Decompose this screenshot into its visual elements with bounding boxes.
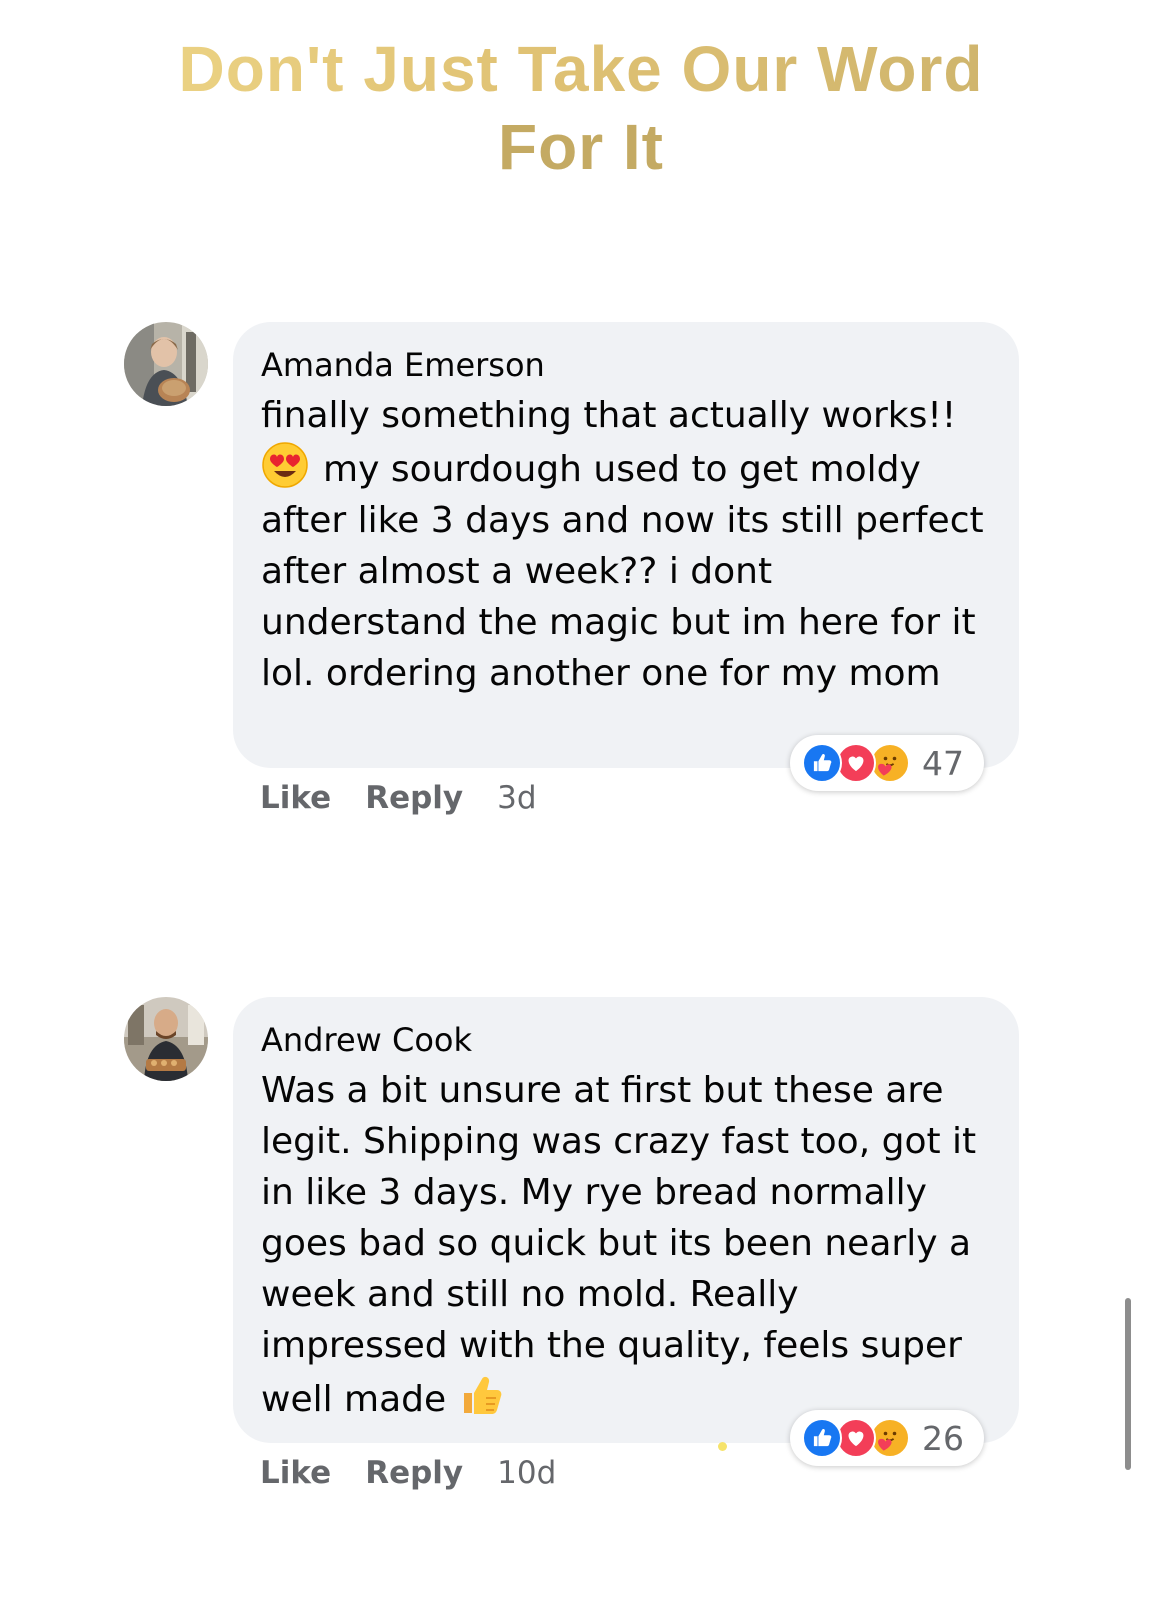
like-button[interactable]: Like <box>260 780 331 816</box>
comment-text-part-1: finally something that actually works!! <box>261 395 957 436</box>
avatar-photo <box>124 322 208 406</box>
love-icon <box>836 743 876 783</box>
like-icon <box>802 743 842 783</box>
reaction-icons <box>802 743 914 783</box>
headline-line-2: For It <box>498 111 664 183</box>
headline-line-1: Don't Just Take Our Word <box>0 30 1162 108</box>
avatar-photo <box>124 997 208 1081</box>
avatar[interactable] <box>124 997 208 1081</box>
comment-text: Was a bit unsure at first but these are … <box>261 1065 987 1425</box>
reply-button[interactable]: Reply <box>365 1455 463 1491</box>
scrollbar[interactable] <box>1125 1298 1131 1470</box>
comment-actions: Like Reply 3d <box>260 780 537 816</box>
comment-author[interactable]: Amanda Emerson <box>261 344 987 386</box>
reply-button[interactable]: Reply <box>365 780 463 816</box>
heart-eyes-emoji-icon <box>262 442 308 488</box>
reaction-count: 47 <box>922 743 964 783</box>
avatar[interactable] <box>124 322 208 406</box>
comment-bubble: Amanda Emerson finally something that ac… <box>233 322 1019 768</box>
love-icon <box>836 1418 876 1458</box>
like-icon <box>802 1418 842 1458</box>
comment-author[interactable]: Andrew Cook <box>261 1019 987 1061</box>
reaction-icons <box>802 1418 914 1458</box>
comment-text: finally something that actually works!! … <box>261 390 987 699</box>
comment-timestamp[interactable]: 10d <box>497 1455 556 1491</box>
comment-text-body: Was a bit unsure at first but these are … <box>261 1070 977 1420</box>
comment-text-part-2: my sourdough used to get moldy after lik… <box>261 449 984 694</box>
care-icon <box>870 1418 910 1458</box>
like-button[interactable]: Like <box>260 1455 331 1491</box>
comment-bubble: Andrew Cook Was a bit unsure at first bu… <box>233 997 1019 1443</box>
care-icon <box>870 743 910 783</box>
section-headline: Don't Just Take Our Word For It <box>0 30 1162 186</box>
thumbs-up-emoji-icon <box>464 1376 502 1414</box>
decorative-dot <box>718 1442 727 1451</box>
comment-actions: Like Reply 10d <box>260 1455 556 1491</box>
reactions-summary[interactable]: 47 <box>790 735 984 791</box>
reactions-summary[interactable]: 26 <box>790 1410 984 1466</box>
reaction-count: 26 <box>922 1418 964 1458</box>
comment-timestamp[interactable]: 3d <box>497 780 536 816</box>
